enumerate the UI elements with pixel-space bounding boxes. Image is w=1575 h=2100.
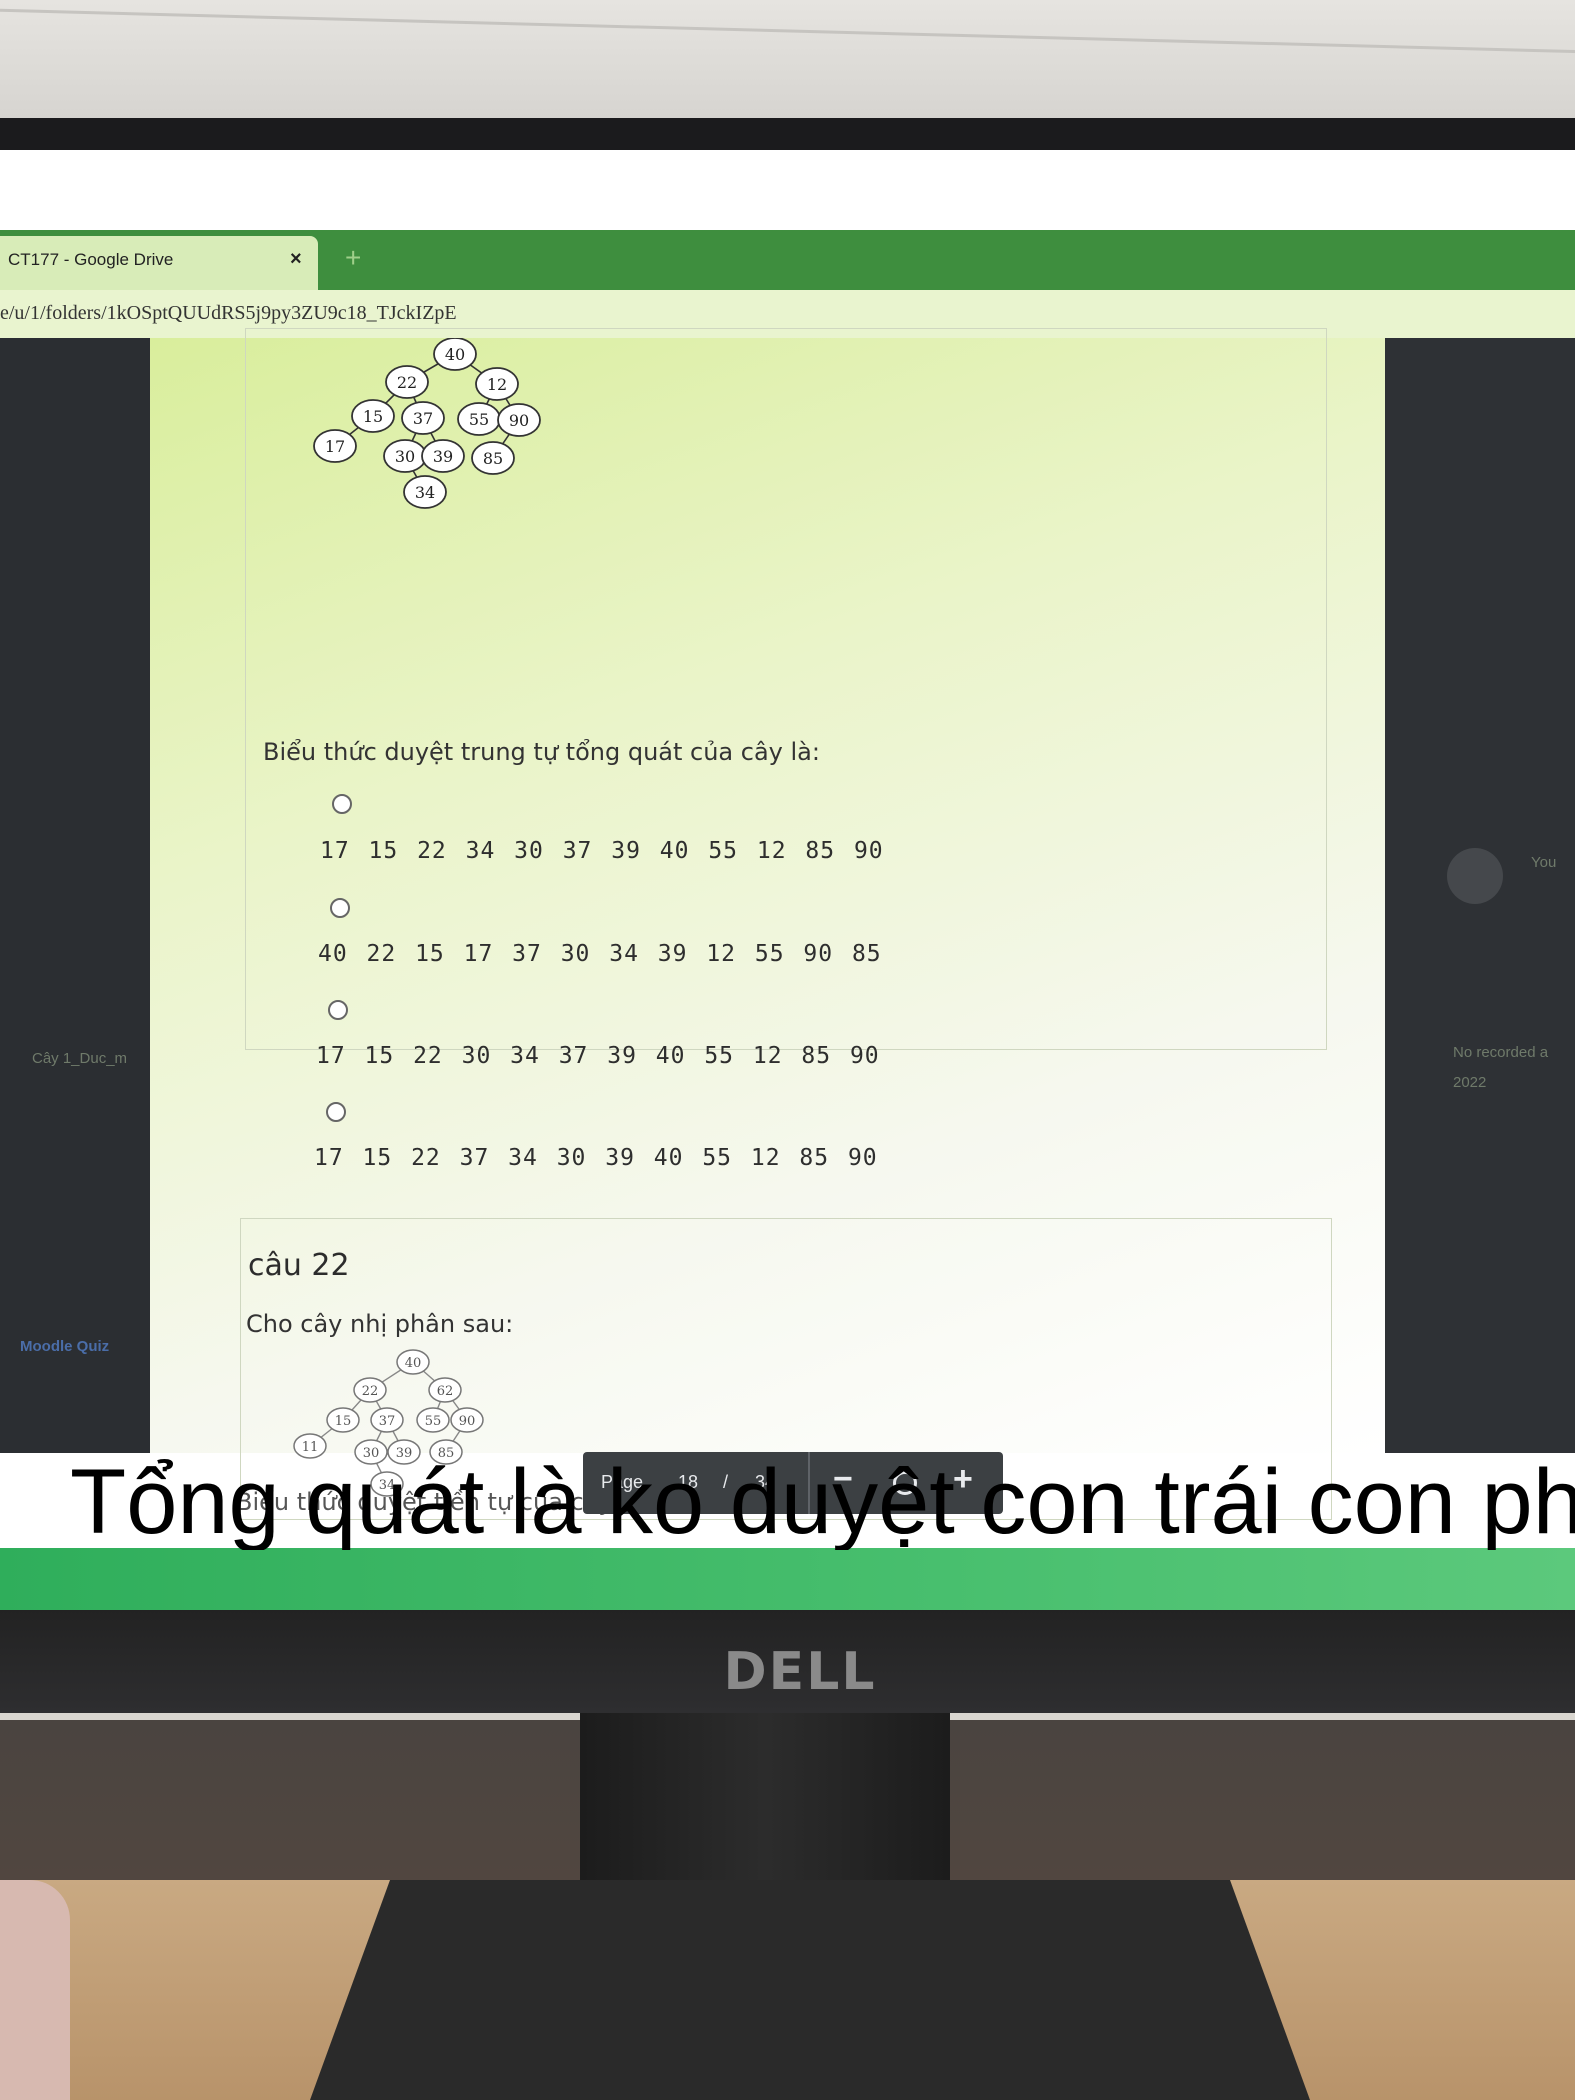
pdf-page: 40 22 12 15 37 55 90 17 30 39 85 34 Biểu… xyxy=(150,328,1385,1520)
tree22-node: 40 xyxy=(405,1356,422,1371)
tree22-node: 62 xyxy=(437,1384,454,1399)
tree21-node: 22 xyxy=(397,373,417,392)
option-text: 40 22 15 17 37 30 34 39 12 55 90 85 xyxy=(318,941,882,967)
question-21-prompt: Biểu thức duyệt trung tự tổng quát của c… xyxy=(263,738,820,766)
tree22-node: 55 xyxy=(425,1414,442,1429)
tab-title: CT177 - Google Drive xyxy=(8,250,174,269)
tree21-node: 12 xyxy=(487,375,507,394)
option-radio[interactable] xyxy=(330,898,350,918)
tree21-node: 55 xyxy=(469,410,489,429)
tree22-node: 37 xyxy=(379,1414,396,1429)
monitor-stand-base xyxy=(310,1880,1310,2100)
new-tab-button[interactable]: + xyxy=(345,242,361,274)
tree22-node: 22 xyxy=(362,1384,379,1399)
question-22-title: câu 22 xyxy=(248,1248,350,1283)
hand xyxy=(0,1880,70,2100)
tree21-node: 30 xyxy=(395,447,415,466)
ceiling-seam xyxy=(0,7,1575,56)
left-panel-item[interactable]: Cây 1_Duc_m xyxy=(32,1050,127,1067)
tree21-node: 17 xyxy=(325,437,345,456)
option-radio[interactable] xyxy=(332,794,352,814)
dell-logo: DELL xyxy=(723,1642,877,1702)
tree21-node: 34 xyxy=(415,483,435,502)
tree21-node: 37 xyxy=(413,409,433,428)
left-panel: Cây 1_Duc_m Moodle Quiz xyxy=(0,338,150,1453)
url-text: e/u/1/folders/1kOSptQUUdRS5j9py3ZU9c18_T… xyxy=(0,302,457,324)
option-radio[interactable] xyxy=(326,1102,346,1122)
question-22-intro: Cho cây nhị phân sau: xyxy=(246,1310,514,1338)
option-radio[interactable] xyxy=(328,1000,348,1020)
you-label: You xyxy=(1531,854,1557,871)
tree21-node: 90 xyxy=(509,411,529,430)
avatar xyxy=(1447,848,1503,904)
monitor-screen: CT177 - Google Drive × + e/u/1/folders/1… xyxy=(0,150,1575,1610)
right-panel: You No recorded a 2022 xyxy=(1385,338,1575,1453)
close-tab-icon[interactable]: × xyxy=(290,248,302,271)
browser-tab[interactable]: CT177 - Google Drive × xyxy=(0,236,318,290)
tree22-node: 90 xyxy=(459,1414,476,1429)
taskbar xyxy=(0,1548,1575,1610)
option-text: 17 15 22 34 30 37 39 40 55 12 85 90 xyxy=(320,838,884,864)
tree21-node: 15 xyxy=(363,407,383,426)
activity-year: 2022 xyxy=(1453,1074,1487,1091)
tree21-node: 39 xyxy=(433,447,453,466)
option-text: 17 15 22 30 34 37 39 40 55 12 85 90 xyxy=(316,1043,880,1069)
activity-text: No recorded a xyxy=(1453,1044,1549,1061)
option-text: 17 15 22 37 34 30 39 40 55 12 85 90 xyxy=(314,1145,878,1171)
tree22-node: 15 xyxy=(335,1414,352,1429)
moodle-quiz-link[interactable]: Moodle Quiz xyxy=(20,1338,109,1355)
tree21-node: 85 xyxy=(483,449,503,468)
question-21-tree: 40 22 12 15 37 55 90 17 30 39 85 34 xyxy=(313,338,541,509)
tree21-node: 40 xyxy=(445,345,465,364)
caption-overlay: Tổng quát là ko duyệt con trái con ph xyxy=(70,1451,1575,1550)
